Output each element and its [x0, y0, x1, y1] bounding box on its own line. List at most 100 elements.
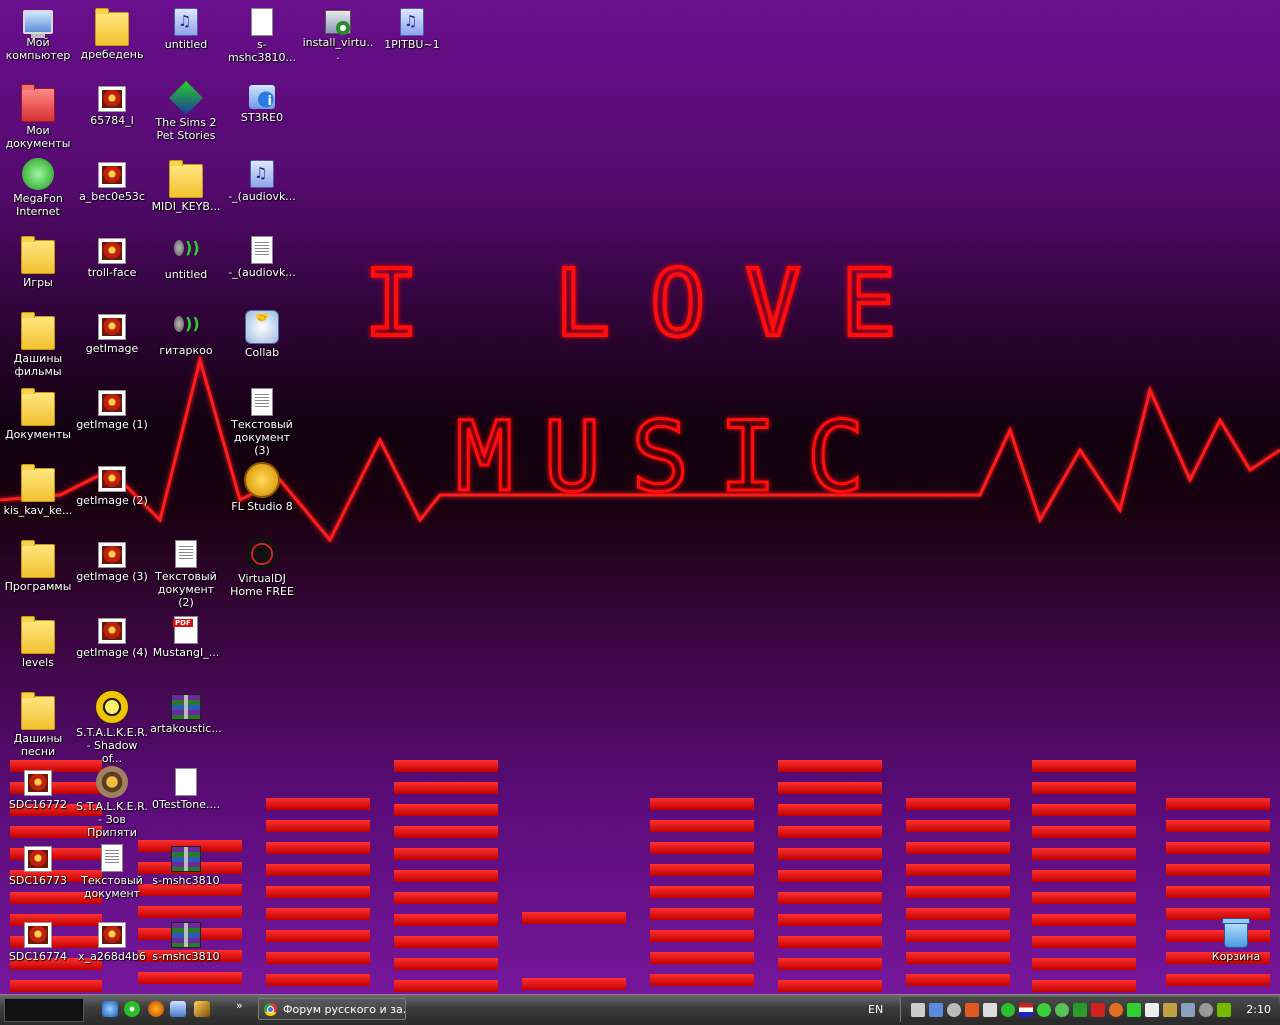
desktop-icon-label: Текстовый документ — [81, 874, 143, 900]
tray-disk-icon[interactable] — [1163, 1003, 1177, 1017]
desktop-icon[interactable]: 0TestTone.... — [148, 764, 224, 838]
equalizer-bar — [1166, 798, 1270, 810]
tray-green-icon[interactable] — [1037, 1003, 1051, 1017]
desktop-icon[interactable]: s-mshc3810... — [224, 4, 300, 78]
tray-orange-icon[interactable] — [1109, 1003, 1123, 1017]
tray-b-icon[interactable] — [1145, 1003, 1159, 1017]
firefox-icon[interactable] — [148, 1001, 164, 1017]
desktop-icon[interactable]: SDC16772 — [0, 764, 76, 838]
image-file-icon — [24, 922, 52, 948]
desktop-icon[interactable]: Игры — [0, 232, 76, 306]
tray-monitor-icon[interactable] — [1181, 1003, 1195, 1017]
tray-nvidia-icon[interactable] — [1217, 1003, 1231, 1017]
desktop-icon[interactable]: MegaFon Internet — [0, 156, 76, 230]
ie-icon[interactable] — [102, 1001, 118, 1017]
desktop-icon[interactable]: Мои документы — [0, 80, 76, 154]
tray-flag-icon[interactable] — [1019, 1003, 1033, 1017]
desktop-icon[interactable]: troll-face — [74, 232, 150, 306]
desktop-icon[interactable]: SDC16773 — [0, 840, 76, 914]
language-indicator[interactable]: EN — [868, 1003, 883, 1016]
installer-icon — [325, 10, 351, 35]
desktop-icon[interactable]: Корзина — [1198, 916, 1274, 990]
equalizer-bar — [778, 914, 882, 926]
desktop-icon[interactable]: install_virtu... — [300, 4, 376, 78]
desktop-icon-label: getImage (3) — [76, 570, 148, 583]
flower-icon[interactable] — [124, 1001, 140, 1017]
desktop-icon[interactable]: getImage (3) — [74, 536, 150, 610]
desktop-icon[interactable]: 65784_l — [74, 80, 150, 154]
desktop-icon[interactable]: Мой компьютер — [0, 4, 76, 78]
desktop-icon[interactable]: getImage (2) — [74, 460, 150, 534]
desktop-icon[interactable]: Документы — [0, 384, 76, 458]
desktop-icon[interactable]: S.T.A.L.K.E.R. - Зов Припяти — [74, 764, 150, 839]
desktop-icon[interactable]: getImage — [74, 308, 150, 382]
equalizer-bar — [266, 886, 370, 898]
desktop-icon[interactable]: MIDI_KEYB... — [148, 156, 224, 230]
tray-shuffle-icon[interactable] — [911, 1003, 925, 1017]
desktop-icon[interactable]: Текстовый документ (3) — [224, 384, 300, 458]
equalizer-bar — [1032, 980, 1136, 992]
desktop-icon[interactable]: levels — [0, 612, 76, 686]
equalizer-bar — [394, 936, 498, 948]
desktop-icon[interactable]: -_(audiovk... — [224, 156, 300, 230]
tray-volume-icon[interactable] — [1199, 1003, 1213, 1017]
tray-tools-icon[interactable] — [983, 1003, 997, 1017]
desktop-icon[interactable]: s-mshc3810 — [148, 840, 224, 914]
quicklaunch-more-button[interactable]: » — [236, 999, 243, 1012]
equalizer-bar — [778, 782, 882, 794]
desktop-icon-label: Корзина — [1211, 950, 1261, 963]
tray-utorrent-icon[interactable] — [1055, 1003, 1069, 1017]
winamp-icon[interactable] — [194, 1001, 210, 1017]
desktop-icon[interactable]: kis_kav_ke... — [0, 460, 76, 534]
desktop-icon[interactable]: s-mshc3810 — [148, 916, 224, 990]
clock[interactable]: 2:10 — [1246, 1003, 1271, 1016]
desktop-icon[interactable]: artakoustic... — [148, 688, 224, 762]
desktop-icon[interactable]: S.T.A.L.K.E.R. - Shadow of... — [74, 688, 150, 765]
desktop-icon[interactable]: x_a268d4b6 — [74, 916, 150, 990]
desktop-icon[interactable]: Collab — [224, 308, 300, 382]
equalizer-bar — [778, 826, 882, 838]
tray-megafon-icon[interactable] — [1001, 1003, 1015, 1017]
desktop-icon[interactable]: untitled — [148, 4, 224, 78]
desktop-icon[interactable]: гитаркоо — [148, 308, 224, 382]
image-file-icon — [98, 314, 126, 340]
desktop-icon[interactable]: SDC16774 — [0, 916, 76, 990]
audio-file-icon — [170, 234, 202, 266]
desktop-icon[interactable]: дребедень — [74, 4, 150, 78]
tray-hash-icon[interactable] — [1073, 1003, 1087, 1017]
tray-k-icon[interactable] — [965, 1003, 979, 1017]
computer-icon — [23, 10, 53, 38]
sims-icon — [169, 81, 203, 115]
desktop-icon[interactable]: Программы — [0, 536, 76, 610]
tray-gear-icon[interactable] — [947, 1003, 961, 1017]
window-icon[interactable] — [170, 1001, 186, 1017]
equalizer-bar — [650, 974, 754, 986]
desktop-icon[interactable]: getImage (4) — [74, 612, 150, 686]
folder-icon — [21, 388, 55, 426]
desktop-icon[interactable]: Текстовый документ — [74, 840, 150, 914]
tray-square-icon[interactable] — [1127, 1003, 1141, 1017]
desktop-icon[interactable]: The Sims 2 Pet Stories — [148, 80, 224, 154]
desktop-icon[interactable]: VirtualDJ Home FREE — [224, 536, 300, 610]
tray-antivirus-icon[interactable] — [1091, 1003, 1105, 1017]
desktop-icon[interactable]: Дашины фильмы — [0, 308, 76, 382]
start-area[interactable] — [4, 998, 84, 1022]
desktop-icon[interactable]: a_bec0e53c — [74, 156, 150, 230]
desktop-icon[interactable]: Дашины песни — [0, 688, 76, 762]
equalizer-bar — [1032, 936, 1136, 948]
desktop-icon[interactable]: getImage (1) — [74, 384, 150, 458]
image-file-icon — [98, 238, 126, 264]
desktop-icon[interactable]: MustangI_... — [148, 612, 224, 686]
desktop-icon[interactable]: Текстовый документ (2) — [148, 536, 224, 610]
desktop-icon[interactable]: ST3RE0 — [224, 80, 300, 154]
tray-network-icon[interactable] — [929, 1003, 943, 1017]
desktop-icon[interactable]: FL Studio 8 — [224, 460, 300, 534]
desktop-icon[interactable]: 1PITBU~1 — [374, 4, 450, 78]
desktop-icon-label: Игры — [23, 276, 53, 289]
desktop-icon-label: The Sims 2 Pet Stories — [155, 116, 217, 142]
taskbar-button-chrome[interactable]: Форум русского и за... — [258, 998, 406, 1020]
desktop-icon[interactable]: untitled — [148, 232, 224, 306]
equalizer-bar — [650, 930, 754, 942]
desktop-icon[interactable]: -_(audiovk... — [224, 232, 300, 306]
folder-icon — [21, 616, 55, 654]
